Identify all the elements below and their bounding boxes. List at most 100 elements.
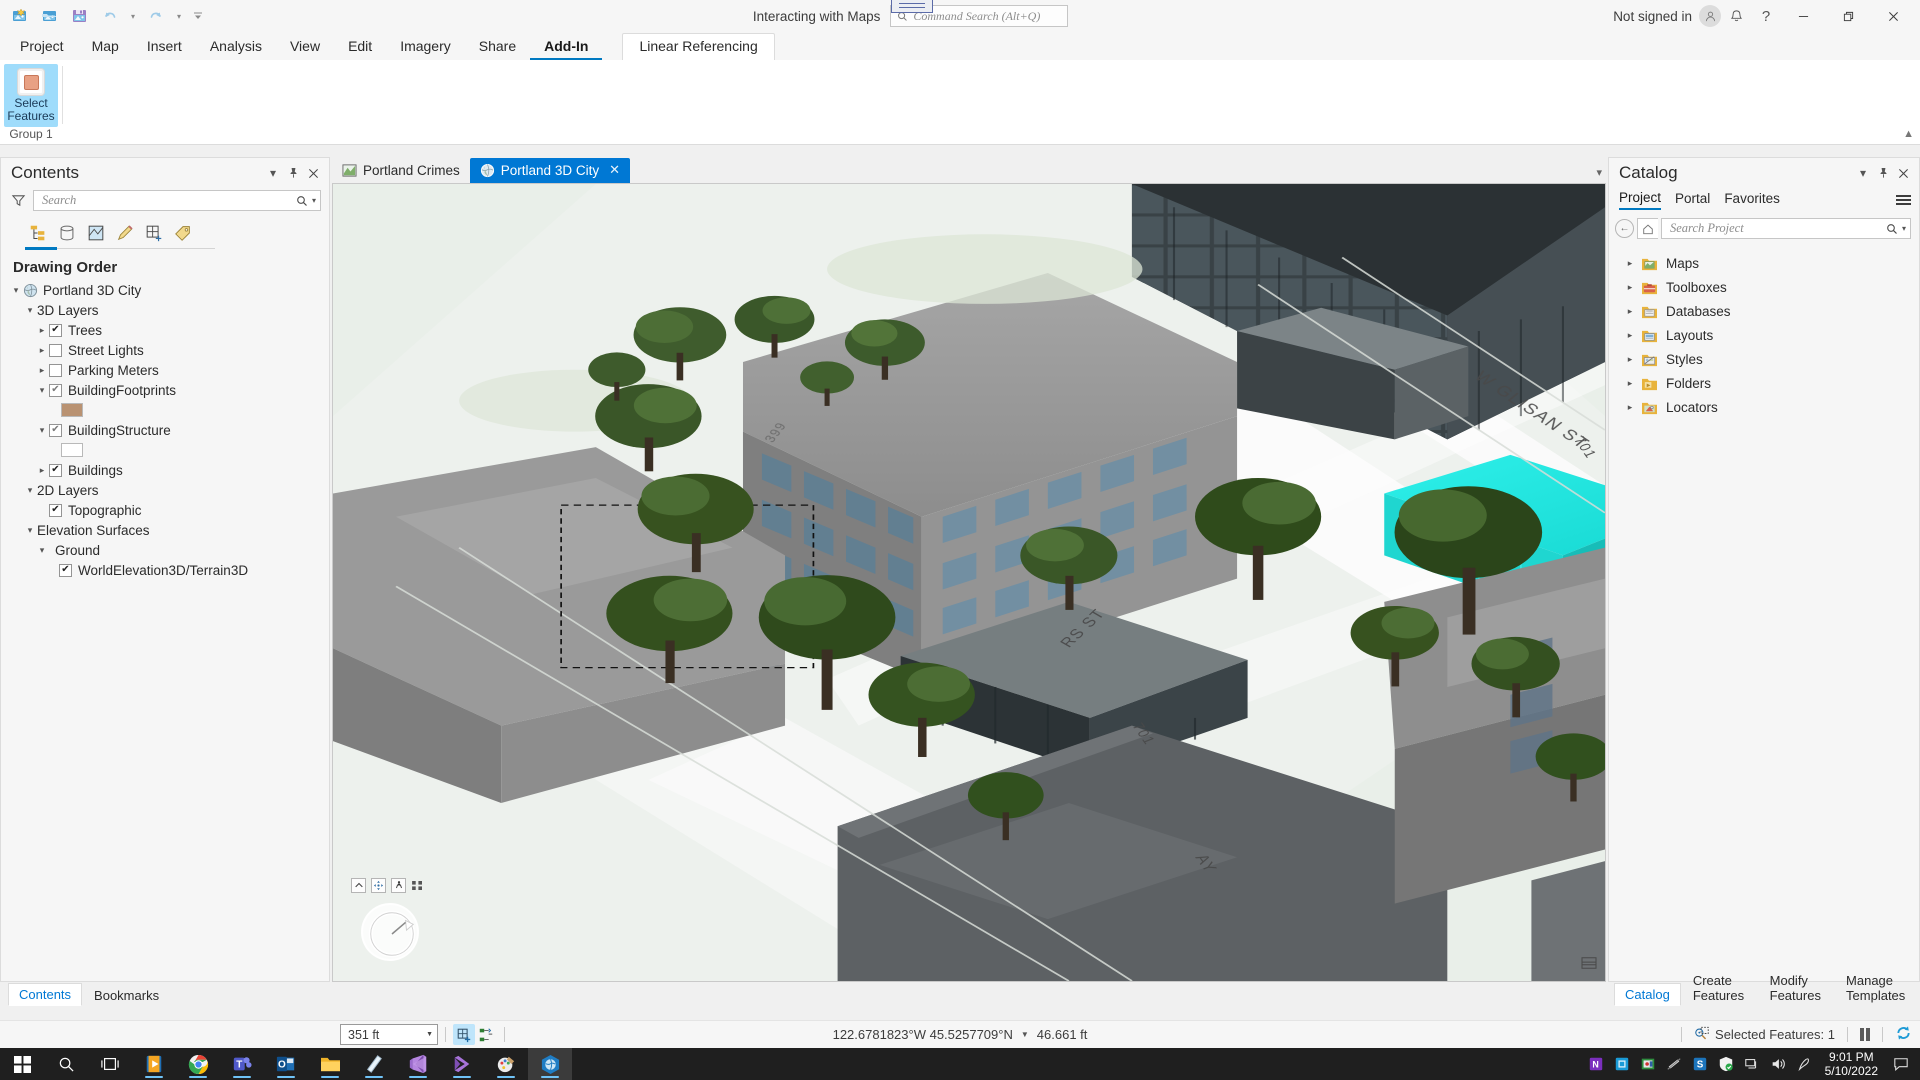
expand-arrow-icon[interactable] [35,465,49,476]
catalog-item-maps[interactable]: Maps [1609,251,1919,275]
refresh-icon[interactable] [1895,1025,1912,1044]
walk-icon[interactable] [391,878,406,893]
bottom-tab-create-features[interactable]: Create Features [1683,970,1758,1006]
expand-arrow-icon[interactable] [35,545,49,556]
customize-qat-icon[interactable] [188,3,208,29]
expand-arrow-icon[interactable] [1623,330,1637,341]
arcgis-pro-app[interactable] [528,1048,572,1080]
select-by-attributes-icon[interactable] [475,1024,497,1045]
add-data-icon[interactable] [453,1024,475,1045]
expand-arrow-icon[interactable] [1623,258,1637,269]
onenote-tray-icon[interactable]: N [1583,1048,1609,1080]
undo-dropdown-icon[interactable]: ▾ [126,3,140,29]
list-by-snapping-icon[interactable] [141,221,167,245]
map-view-3d[interactable]: W GLISAN ST BROADWAY 701 701 RS ST AY 39… [332,183,1606,982]
catalog-pin-icon[interactable] [1873,162,1893,184]
contents-close-icon[interactable] [303,162,323,184]
tree-item-street-lights[interactable]: Street Lights [1,340,329,360]
expand-arrow-icon[interactable] [1623,306,1637,317]
close-button[interactable] [1871,0,1916,32]
map-tab-portland-3d-city[interactable]: Portland 3D City ✕ [470,158,630,183]
full-extent-icon[interactable] [351,878,366,893]
pen-tray-icon[interactable] [1791,1048,1817,1080]
file-explorer-app[interactable] [308,1048,352,1080]
search-button[interactable] [44,1048,88,1080]
taskbar-clock[interactable]: 9:01 PM 5/10/2022 [1817,1050,1886,1078]
media-player-app[interactable] [132,1048,176,1080]
map-overview-icon[interactable] [1581,956,1597,975]
expand-arrow-icon[interactable] [35,345,49,356]
expand-arrow-icon[interactable] [35,425,49,436]
catalog-options-icon[interactable] [1896,195,1911,205]
ribbon-tab-imagery[interactable]: Imagery [386,35,465,60]
tree-item-2d-layers[interactable]: 2D Layers [1,480,329,500]
list-by-data-source-icon[interactable] [54,221,80,245]
help-icon[interactable]: ? [1751,1,1781,31]
restore-button[interactable] [1826,0,1871,32]
tree-item-world-elevation[interactable]: WorldElevation3D/Terrain3D [1,560,329,580]
link-views-icon[interactable] [411,880,423,892]
expand-arrow-icon[interactable] [23,305,37,316]
select-features-button[interactable]: Select Features [4,64,58,127]
map-scale-combobox[interactable]: 351 ft ▼ [340,1024,438,1045]
notifications-bell-icon[interactable] [1721,1,1751,31]
chrome-app[interactable] [176,1048,220,1080]
catalog-item-databases[interactable]: Databases [1609,299,1919,323]
ribbon-tab-linear-referencing[interactable]: Linear Referencing [622,33,774,60]
tree-item-trees[interactable]: Trees [1,320,329,340]
start-button[interactable] [0,1048,44,1080]
tree-item-elevation-surfaces[interactable]: Elevation Surfaces [1,520,329,540]
ribbon-tab-edit[interactable]: Edit [334,35,386,60]
collapse-ribbon-icon[interactable]: ▲ [1903,128,1914,140]
expand-arrow-icon[interactable] [35,385,49,396]
open-project-icon[interactable] [36,3,64,29]
filter-icon[interactable] [9,193,27,208]
expand-arrow-icon[interactable] [1623,378,1637,389]
contents-search-input[interactable]: Search ▾ [33,190,321,211]
tree-item-building-footprints[interactable]: BuildingFootprints [1,380,329,400]
notification-center-icon[interactable] [1886,1048,1916,1080]
catalog-item-styles[interactable]: Styles [1609,347,1919,371]
map-tab-close-icon[interactable]: ✕ [609,162,620,178]
list-by-selection-icon[interactable] [83,221,109,245]
bottom-tab-bookmarks[interactable]: Bookmarks [84,985,169,1006]
layer-checkbox-building-structure[interactable] [49,424,62,437]
catalog-menu-icon[interactable]: ▾ [1853,162,1873,184]
expand-arrow-icon[interactable] [1623,402,1637,413]
sophos-tray-icon[interactable]: S [1687,1048,1713,1080]
command-search-input[interactable]: Command Search (Alt+Q) [890,5,1068,27]
expand-arrow-icon[interactable] [1623,282,1637,293]
expand-arrow-icon[interactable] [9,285,23,296]
catalog-item-toolboxes[interactable]: Toolboxes [1609,275,1919,299]
tree-symbol-building-structure[interactable] [1,440,329,460]
catalog-item-layouts[interactable]: Layouts [1609,323,1919,347]
tree-item-3d-layers[interactable]: 3D Layers [1,300,329,320]
pause-drawing-icon[interactable] [1860,1028,1870,1041]
catalog-item-folders[interactable]: Folders [1609,371,1919,395]
layer-checkbox-parking-meters[interactable] [49,364,62,377]
ribbon-tab-view[interactable]: View [276,35,334,60]
ribbon-tab-map[interactable]: Map [78,35,133,60]
layer-checkbox-buildings[interactable] [49,464,62,477]
arcgis-tray-icon[interactable] [1635,1048,1661,1080]
network-tray-icon[interactable] [1739,1048,1765,1080]
navigator-compass[interactable] [361,903,419,961]
visual-studio-alt-app[interactable] [440,1048,484,1080]
tree-item-topographic[interactable]: Topographic [1,500,329,520]
bottom-tab-modify-features[interactable]: Modify Features [1760,970,1834,1006]
paint-app[interactable] [484,1048,528,1080]
expand-arrow-icon[interactable] [35,325,49,336]
catalog-back-icon[interactable]: ← [1615,219,1634,238]
outlook-app[interactable]: O [264,1048,308,1080]
expand-arrow-icon[interactable] [1623,354,1637,365]
coordinates-units-chevron-icon[interactable]: ▼ [1021,1030,1029,1039]
catalog-tab-favorites[interactable]: Favorites [1724,191,1780,209]
map-tab-portland-crimes[interactable]: Portland Crimes [332,159,470,183]
tree-item-portland-3d-city[interactable]: Portland 3D City [1,280,329,300]
undo-icon[interactable] [96,3,124,29]
tree-item-building-structure[interactable]: BuildingStructure [1,420,329,440]
hidden-tray-icon[interactable] [1661,1048,1687,1080]
save-project-icon[interactable] [66,3,94,29]
catalog-search-options-icon[interactable]: ▾ [1902,224,1906,233]
ribbon-tab-share[interactable]: Share [465,35,530,60]
